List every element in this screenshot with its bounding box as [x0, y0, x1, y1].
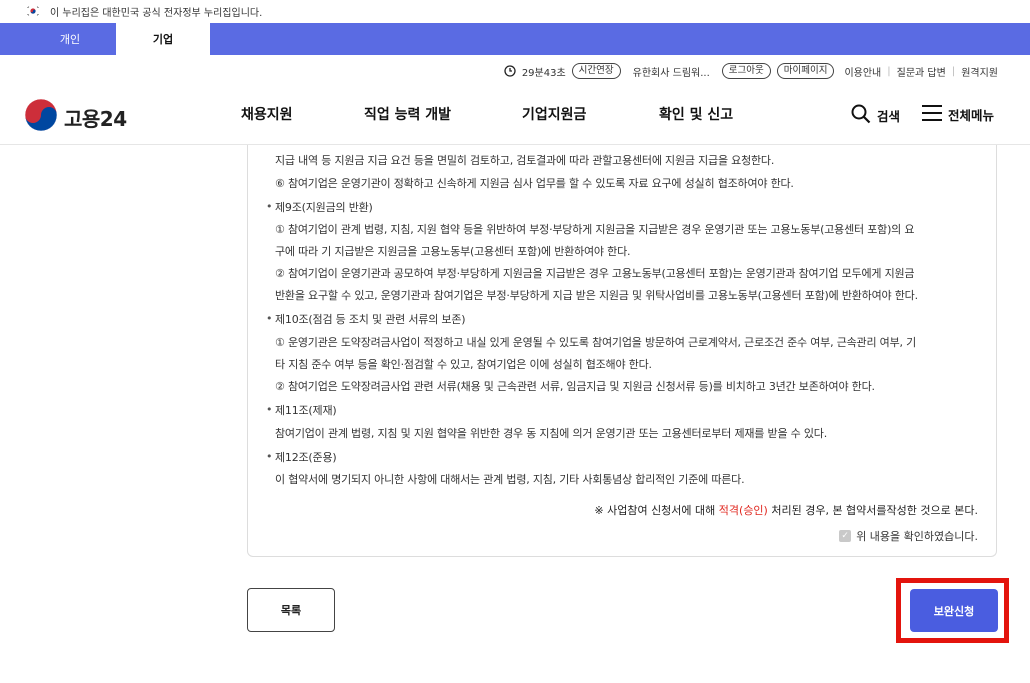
gov-banner-text: 이 누리집은 대한민국 공식 전자정부 누리집입니다.: [50, 7, 263, 19]
confirm-checkbox[interactable]: ✓: [839, 530, 852, 542]
gnb-report[interactable]: 확인 및 신고: [659, 104, 733, 124]
article-heading: 제12조(준용): [275, 451, 337, 464]
supplement-request-button[interactable]: 보완신청: [910, 589, 998, 632]
notice-prefix: ※ 사업참여 신청서에 대해: [594, 504, 719, 517]
all-menu-label: 전체메뉴: [948, 108, 995, 123]
confirm-label: 위 내용을 확인하였습니다.: [856, 530, 978, 543]
terms-line: ① 운영기관은 도약장려금사업이 적정하고 내실 있게 운영될 수 있도록 참여…: [275, 336, 917, 349]
article-heading: 제9조(지원금의 반환): [275, 201, 373, 214]
gnb-training[interactable]: 직업 능력 개발: [364, 104, 451, 124]
bullet: •: [266, 312, 273, 325]
user-name: 유한회사 드림워...: [632, 67, 710, 79]
clock-icon: [504, 65, 516, 77]
confirm-checkbox-row[interactable]: ✓ 위 내용을 확인하였습니다.: [839, 528, 978, 544]
taegeuk-logo-icon: [24, 98, 58, 136]
guide-link[interactable]: 이용안내: [844, 64, 881, 79]
site-logo[interactable]: 고용24: [24, 98, 127, 136]
gnb-recruit[interactable]: 채용지원: [241, 104, 293, 124]
search-button[interactable]: 검색: [851, 104, 900, 127]
terms-line: ② 참여기업은 도약장려금사업 관련 서류(채용 및 근속관련 서류, 임금지급…: [275, 380, 875, 393]
user-type-tabbar: 개인 기업: [0, 23, 1030, 55]
terms-line: 지급 내역 등 지원금 지급 요건 등을 면밀히 검토하고, 검토결과에 따라 …: [275, 154, 775, 167]
article-heading: 제11조(제재): [275, 404, 337, 417]
terms-line: 이 협약서에 명기되지 아니한 사항에 대해서는 관계 법령, 지침, 기타 사…: [275, 473, 745, 486]
korea-flag-icon: [26, 6, 40, 16]
terms-line: 참여기업이 관계 법령, 지침 및 지원 협약을 위반한 경우 동 지침에 의거…: [275, 427, 828, 440]
terms-line: ⑥ 참여기업은 운영기관이 정확하고 신속하게 지원금 심사 업무를 할 수 있…: [275, 177, 794, 190]
remote-support-link[interactable]: 원격지원: [961, 64, 998, 79]
tab-business[interactable]: 기업: [116, 23, 210, 55]
search-icon: [851, 104, 871, 127]
article-heading: 제10조(점검 등 조치 및 관련 서류의 보존): [275, 313, 466, 326]
notice-highlight: 적격(승인): [718, 504, 768, 517]
gov-banner: 이 누리집은 대한민국 공식 전자정부 누리집입니다.: [0, 0, 1030, 22]
notice-suffix: 처리된 경우, 본 협약서를작성한 것으로 본다.: [767, 504, 978, 517]
search-label: 검색: [877, 109, 901, 124]
tab-personal[interactable]: 개인: [23, 23, 117, 55]
terms-line: ① 참여기업이 관계 법령, 지침, 지원 협약 등을 위반하여 부정·부당하게…: [275, 223, 915, 236]
faq-link[interactable]: 질문과 답변: [897, 64, 946, 79]
logo-text: 고용24: [64, 106, 127, 131]
divider: |: [951, 65, 956, 77]
utility-bar: 29분43초 시간연장 유한회사 드림워... 로그아웃 마이페이지 이용안내 …: [504, 63, 998, 79]
approval-notice: ※ 사업참여 신청서에 대해 적격(승인) 처리된 경우, 본 협약서를작성한 …: [594, 502, 978, 518]
gnb-subsidy[interactable]: 기업지원금: [522, 104, 586, 124]
hamburger-icon: [921, 104, 943, 125]
bullet: •: [266, 403, 273, 416]
divider: |: [887, 65, 891, 77]
session-timer: 29분43초: [521, 67, 566, 79]
all-menu-button[interactable]: 전체메뉴: [921, 104, 994, 125]
logout-button[interactable]: 로그아웃: [721, 63, 771, 79]
terms-line: 반환을 요구할 수 있고, 운영기관과 참여기업은 부정·부당하게 지급 받은 …: [275, 289, 918, 302]
bullet: •: [266, 450, 273, 463]
extend-session-button[interactable]: 시간연장: [571, 63, 621, 79]
terms-line: 구에 따라 기 지급받은 지원금을 고용노동부(고용센터 포함)에 반환하여야 …: [275, 245, 631, 258]
list-button[interactable]: 목록: [247, 588, 335, 632]
terms-line: 타 지침 준수 여부 등을 확인·점검할 수 있고, 참여기업은 이에 성실히 …: [275, 358, 652, 371]
bullet: •: [266, 200, 273, 213]
mypage-button[interactable]: 마이페이지: [776, 63, 835, 79]
terms-line: ② 참여기업이 운영기관과 공모하여 부정·부당하게 지원금을 지급받은 경우 …: [275, 267, 915, 280]
